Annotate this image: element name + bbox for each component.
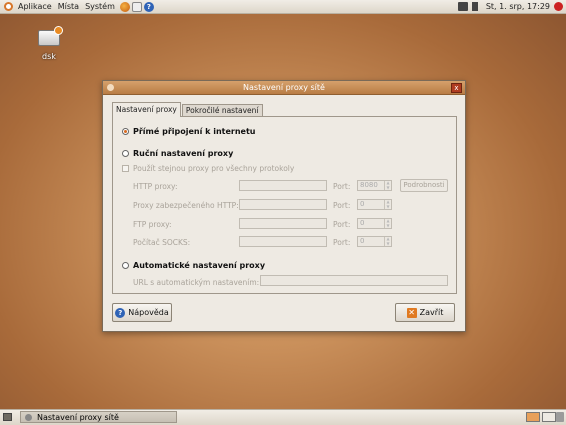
spinner-arrows-icon[interactable]: ▲ ▼ <box>384 218 391 228</box>
socks-port-value: 0 <box>360 237 365 245</box>
ftp-proxy-input[interactable] <box>239 218 327 229</box>
bottom-panel: Nastavení proxy sítě <box>0 409 566 425</box>
autoconfig-url-input[interactable] <box>260 275 448 286</box>
network-icon[interactable] <box>457 2 468 11</box>
ubuntu-logo-icon[interactable] <box>4 2 13 11</box>
drive-icon[interactable] <box>38 26 63 46</box>
direct-label[interactable]: Přímé připojení k internetu <box>133 127 256 136</box>
autoconfig-url-label: URL s automatickým nastavením: <box>133 278 260 287</box>
same-proxy-option[interactable]: Použít stejnou proxy pro všechny protoko… <box>122 164 294 173</box>
close-button[interactable]: ✕ Zavřít <box>395 303 455 322</box>
https-port-value: 0 <box>360 200 365 208</box>
https-proxy-input[interactable] <box>239 199 327 210</box>
workspace-2[interactable] <box>542 412 556 422</box>
auto-label[interactable]: Automatické nastavení proxy <box>133 261 265 270</box>
manual-radio[interactable] <box>122 150 129 157</box>
main-menu: Aplikace Místa Systém ? <box>0 0 154 13</box>
desktop-drive[interactable]: dsk <box>34 26 64 61</box>
socks-port-label: Port: <box>333 238 351 247</box>
spinner-arrows-icon[interactable]: ▲ ▼ <box>384 236 391 246</box>
same-proxy-checkbox[interactable] <box>122 165 129 172</box>
socks-port-spinner[interactable]: 0 ▲ ▼ <box>357 236 392 247</box>
close-button-label: Zavřít <box>419 308 444 317</box>
taskbar-window-label: Nastavení proxy sítě <box>37 412 119 422</box>
http-proxy-input[interactable] <box>239 180 327 191</box>
desktop-drive-label: dsk <box>42 52 56 61</box>
spinner-arrows-icon[interactable]: ▲ ▼ <box>384 180 391 190</box>
auto-option[interactable]: Automatické nastavení proxy <box>122 261 265 270</box>
close-icon: ✕ <box>406 307 417 318</box>
http-proxy-label: HTTP proxy: <box>133 182 178 191</box>
ftp-port-value: 0 <box>360 219 365 227</box>
trash-icon[interactable] <box>556 412 564 422</box>
ftp-port-label: Port: <box>333 220 351 229</box>
ftp-proxy-label: FTP proxy: <box>133 220 172 229</box>
help-button-label: Nápověda <box>128 308 169 317</box>
taskbar-window-button[interactable]: Nastavení proxy sítě <box>20 411 177 423</box>
quit-icon[interactable] <box>554 2 563 11</box>
http-port-spinner[interactable]: 8080 ▲ ▼ <box>357 180 392 191</box>
https-port-spinner[interactable]: 0 ▲ ▼ <box>357 199 392 210</box>
close-icon[interactable]: x <box>451 83 462 93</box>
menu-applications[interactable]: Aplikace <box>15 2 55 11</box>
ftp-port-spinner[interactable]: 0 ▲ ▼ <box>357 218 392 229</box>
same-proxy-label[interactable]: Použít stejnou proxy pro všechny protoko… <box>133 164 294 173</box>
show-desktop-icon[interactable] <box>3 413 12 421</box>
help-icon[interactable]: ? <box>143 1 154 12</box>
mail-icon[interactable] <box>131 1 142 12</box>
system-tray: St, 1. srp, 17:29 <box>457 0 566 13</box>
help-button[interactable]: ? Nápověda <box>112 303 172 322</box>
workspace-1[interactable] <box>526 412 540 422</box>
details-button[interactable]: Podrobnosti <box>400 179 448 192</box>
tab-proxy-settings[interactable]: Nastavení proxy <box>112 102 181 117</box>
direct-option[interactable]: Přímé připojení k internetu <box>122 127 256 136</box>
dialog-titlebar[interactable]: Nastavení proxy sítě x <box>103 81 465 95</box>
volume-icon[interactable] <box>471 2 482 11</box>
manual-option[interactable]: Ruční nastavení proxy <box>122 149 233 158</box>
help-icon: ? <box>115 307 126 318</box>
manual-label[interactable]: Ruční nastavení proxy <box>133 149 233 158</box>
tab-panel: Přímé připojení k internetu Ruční nastav… <box>112 116 457 294</box>
firefox-icon[interactable] <box>119 1 130 12</box>
https-port-label: Port: <box>333 201 351 210</box>
http-port-label: Port: <box>333 182 351 191</box>
http-port-value: 8080 <box>360 181 378 189</box>
socks-host-label: Počítač SOCKS: <box>133 238 191 247</box>
proxy-dialog: Nastavení proxy sítě x Nastavení proxy P… <box>102 80 466 332</box>
menu-system[interactable]: Systém <box>82 2 118 11</box>
menu-places[interactable]: Místa <box>55 2 82 11</box>
https-proxy-label: Proxy zabezpečeného HTTP: <box>133 201 239 210</box>
socks-host-input[interactable] <box>239 236 327 247</box>
window-menu-icon[interactable] <box>107 84 114 91</box>
clock[interactable]: St, 1. srp, 17:29 <box>486 2 550 11</box>
auto-radio[interactable] <box>122 262 129 269</box>
window-icon <box>25 413 32 421</box>
dialog-title: Nastavení proxy sítě <box>243 83 325 92</box>
direct-radio[interactable] <box>122 128 129 135</box>
top-panel: Aplikace Místa Systém ? St, 1. srp, 17:2… <box>0 0 566 14</box>
spinner-arrows-icon[interactable]: ▲ ▼ <box>384 199 391 209</box>
